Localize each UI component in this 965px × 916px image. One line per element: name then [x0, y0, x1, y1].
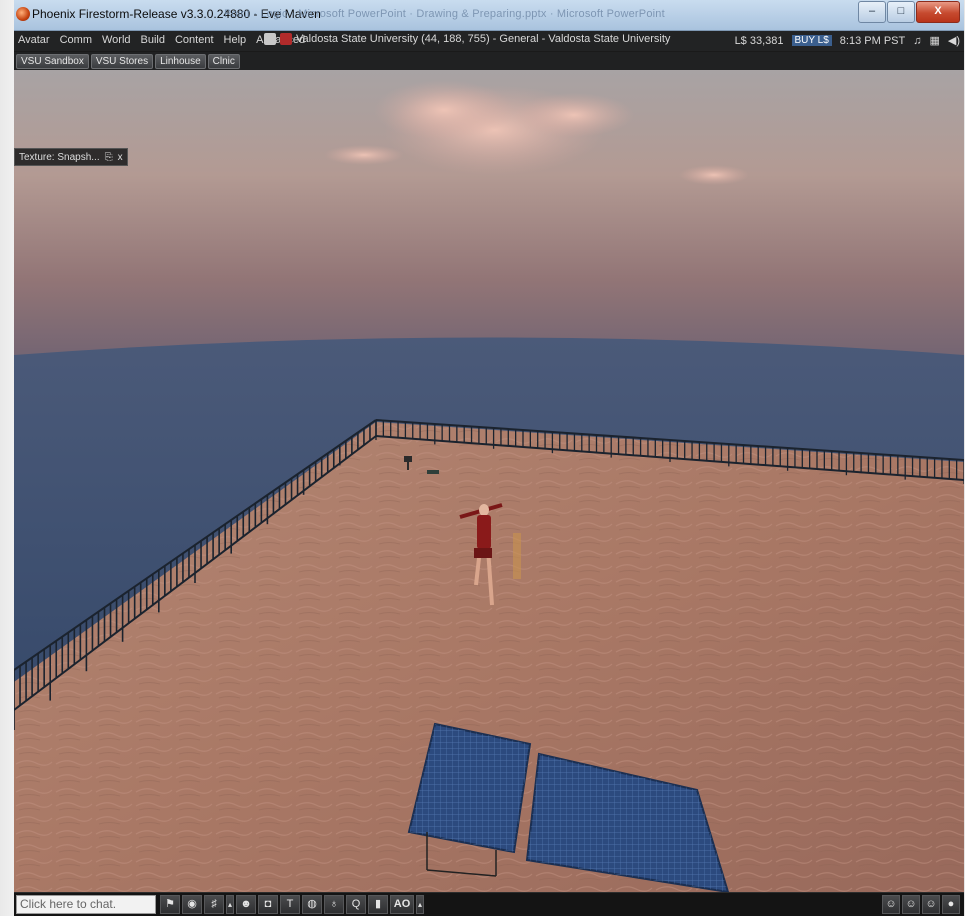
- main-menu: Avatar Comm World Build Content Help Adv…: [18, 34, 305, 46]
- menu-content[interactable]: Content: [175, 34, 214, 46]
- favorite-vsu-stores[interactable]: VSU Stores: [90, 54, 154, 69]
- favorites-bar: VSU Sandbox VSU Stores Linhouse Clnic: [14, 52, 964, 70]
- avatar-thumbnail-icon[interactable]: ☺: [922, 895, 940, 914]
- minimize-button[interactable]: –: [858, 1, 886, 23]
- menu-bar: Avatar Comm World Build Content Help Adv…: [14, 31, 964, 51]
- parcel-info-icon[interactable]: [264, 33, 276, 45]
- map-icon[interactable]: ◍: [302, 895, 322, 914]
- search-icon[interactable]: Q: [346, 895, 366, 914]
- ao-button[interactable]: AO: [390, 895, 414, 914]
- window-controls: – □ X: [858, 1, 960, 23]
- avatar-thumbnail-icon[interactable]: ☺: [882, 895, 900, 914]
- clock-display: 8:13 PM PST: [839, 34, 906, 47]
- world-render: [14, 70, 964, 892]
- chat-bubble-icon[interactable]: ●: [942, 895, 960, 914]
- ao-menu-icon[interactable]: ▴: [416, 895, 424, 914]
- chat-input[interactable]: Click here to chat.: [16, 895, 156, 914]
- search-ring-icon[interactable]: ♁: [324, 895, 344, 914]
- no-fly-icon: [280, 33, 292, 45]
- pin-icon[interactable]: ⎘: [105, 152, 113, 163]
- background-window-title: Point · Logic · Microsoft PowerPoint · D…: [224, 8, 665, 20]
- volume-icon[interactable]: ◀): [948, 34, 960, 47]
- status-area: L$ 33,381 BUY L$ 8:13 PM PST ♫ ▦ ◀): [735, 34, 960, 48]
- 3d-world-view[interactable]: Texture: Snapsh... ⎘ x: [14, 70, 964, 892]
- inventory-icon[interactable]: ▮: [368, 895, 388, 914]
- toolbar-buttons: ⚑ ◉ ♯ ▴ ☻ ◘ T ◍ ♁ Q ▮ AO ▴: [160, 895, 424, 914]
- favorite-clnic[interactable]: Clnic: [207, 54, 240, 69]
- expand-icon[interactable]: ▴: [226, 895, 234, 914]
- media-icon[interactable]: ▦: [929, 34, 939, 47]
- favorite-linhouse[interactable]: Linhouse: [155, 54, 206, 69]
- snapshot-icon[interactable]: ◘: [258, 895, 278, 914]
- build-icon[interactable]: T: [280, 895, 300, 914]
- mic-icon[interactable]: ♯: [204, 895, 224, 914]
- title-bar[interactable]: Phoenix Firestorm-Release v3.3.0.24880 -…: [14, 0, 964, 31]
- close-icon[interactable]: x: [118, 152, 123, 163]
- nearby-avatars: ☺ ☺ ☺ ●: [882, 895, 960, 914]
- menu-world[interactable]: World: [102, 34, 131, 46]
- voice-icon[interactable]: ◉: [182, 895, 202, 914]
- gesture-icon[interactable]: ⚑: [160, 895, 180, 914]
- people-icon[interactable]: ☻: [236, 895, 256, 914]
- close-button[interactable]: X: [916, 1, 960, 23]
- menu-help[interactable]: Help: [224, 34, 247, 46]
- menu-comm[interactable]: Comm: [60, 34, 92, 46]
- location-text[interactable]: Valdosta State University (44, 188, 755)…: [296, 33, 670, 45]
- maximize-button[interactable]: □: [887, 1, 915, 23]
- buy-currency-button[interactable]: BUY L$: [791, 35, 832, 46]
- firestorm-logo-icon: [16, 7, 30, 21]
- viewer-window: Phoenix Firestorm-Release v3.3.0.24880 -…: [14, 0, 964, 916]
- menu-avatar[interactable]: Avatar: [18, 34, 50, 46]
- favorite-vsu-sandbox[interactable]: VSU Sandbox: [16, 54, 89, 69]
- balance-display[interactable]: L$ 33,381: [735, 35, 784, 47]
- floater-title: Texture: Snapsh...: [19, 151, 100, 163]
- music-icon[interactable]: ♫: [913, 35, 921, 47]
- avatar-thumbnail-icon[interactable]: ☺: [902, 895, 920, 914]
- menu-build[interactable]: Build: [141, 34, 165, 46]
- bottom-toolbar: Click here to chat. ⚑ ◉ ♯ ▴ ☻ ◘ T ◍ ♁ Q …: [14, 892, 964, 916]
- location-bar[interactable]: Valdosta State University (44, 188, 755)…: [264, 33, 670, 45]
- texture-snapshot-floater[interactable]: Texture: Snapsh... ⎘ x: [14, 148, 128, 166]
